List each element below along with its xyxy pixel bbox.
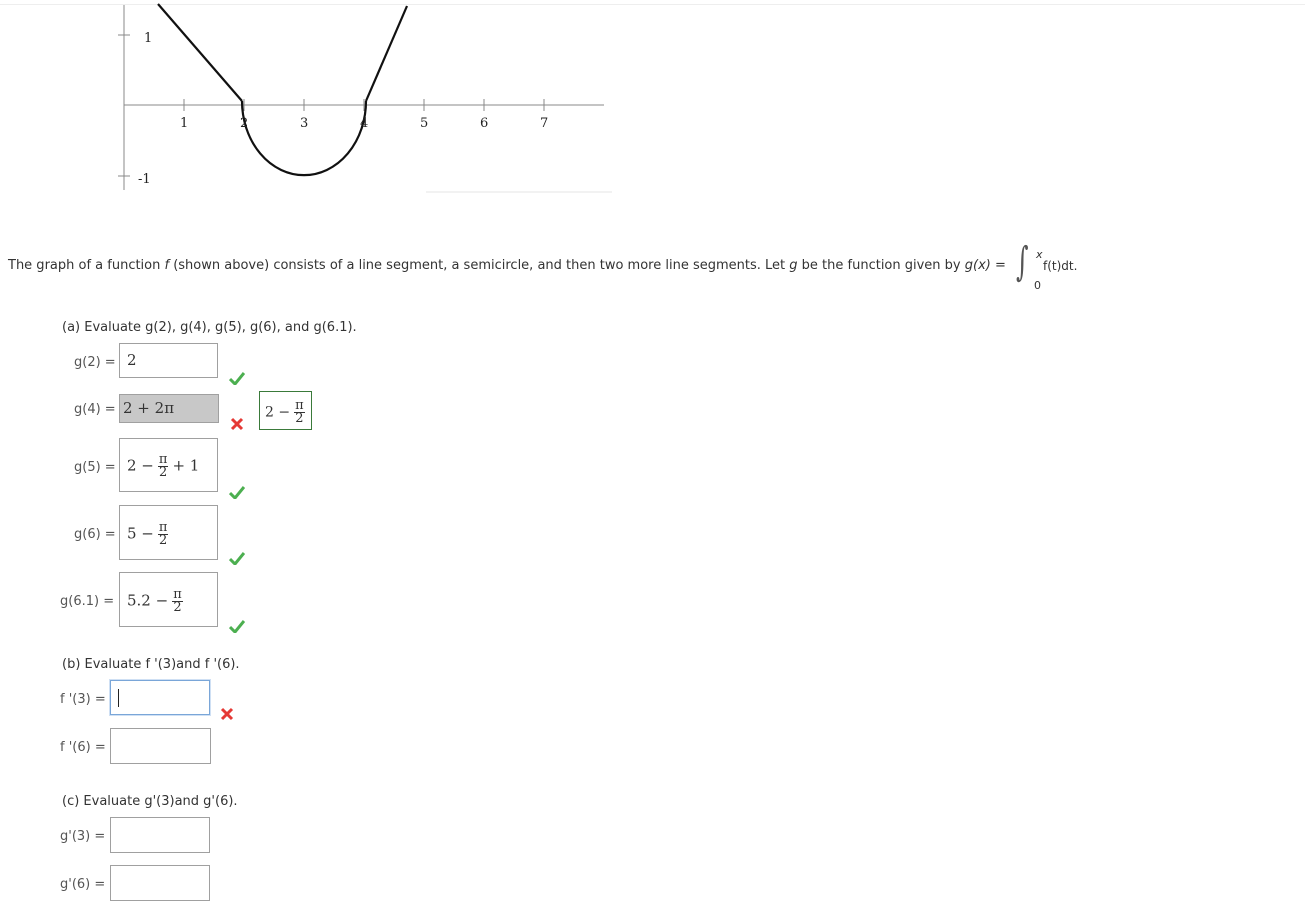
segment-left (157, 3, 243, 102)
integral-expression: ∫ x 0 f(t)dt. (1012, 239, 1092, 293)
x-tick-label-3: 3 (300, 116, 308, 131)
text-cursor (118, 689, 119, 707)
f-prime-3-label: f '(3) = (60, 692, 106, 707)
g-prime-3-label: g'(3) = (60, 829, 106, 844)
g4-input[interactable]: 2 + 2π (119, 394, 219, 423)
integral-upper-limit: x (1036, 248, 1043, 261)
x-tick-label-2: 2 (240, 116, 248, 131)
part-b-prompt: (b) Evaluate f '(3)and f '(6). (62, 657, 240, 672)
correct-check-icon (229, 372, 245, 385)
problem-description: The graph of a function f (shown above) … (8, 258, 1006, 273)
correct-check-icon (229, 552, 245, 565)
y-tick-label-1: 1 (144, 31, 152, 46)
g6-input[interactable]: 5 − π 2 (119, 505, 218, 560)
incorrect-x-icon (230, 417, 244, 431)
x-tick-label-7: 7 (540, 116, 548, 131)
segment-right (364, 5, 409, 102)
g4-label: g(4) = (74, 402, 116, 417)
g6-label: g(6) = (74, 527, 116, 542)
g-prime-6-input[interactable] (110, 865, 210, 901)
g5-input[interactable]: 2 − π 2 + 1 (119, 438, 218, 492)
g-prime-3-input[interactable] (110, 817, 210, 853)
integrand: f(t)dt. (1043, 259, 1078, 273)
g4-correct-answer: 2 − π 2 (259, 391, 312, 430)
function-graph: 1 -1 1 2 3 4 5 6 7 (118, 3, 612, 193)
y-tick-label-neg1: -1 (138, 172, 151, 187)
f-prime-3-input[interactable] (110, 680, 210, 715)
g2-label: g(2) = (74, 355, 116, 370)
correct-check-icon (229, 486, 245, 499)
f-prime-6-input[interactable] (110, 728, 211, 764)
x-tick-label-5: 5 (420, 116, 428, 131)
x-tick-label-1: 1 (180, 116, 188, 131)
part-c-prompt: (c) Evaluate g'(3)and g'(6). (62, 794, 238, 809)
g5-label: g(5) = (74, 460, 116, 475)
g61-label: g(6.1) = (60, 594, 115, 609)
part-a-prompt: (a) Evaluate g(2), g(4), g(5), g(6), and… (62, 320, 357, 335)
integral-lower-limit: 0 (1034, 279, 1041, 292)
f-prime-6-label: f '(6) = (60, 740, 106, 755)
g-prime-6-label: g'(6) = (60, 877, 106, 892)
g2-input[interactable]: 2 (119, 343, 218, 378)
x-tick-label-4: 4 (360, 116, 368, 131)
g61-input[interactable]: 5.2 − π 2 (119, 572, 218, 627)
x-tick-label-6: 6 (480, 116, 488, 131)
correct-check-icon (229, 620, 245, 633)
semicircle (240, 100, 368, 177)
incorrect-x-icon (220, 707, 234, 721)
integral-sign-icon: ∫ (1016, 239, 1029, 285)
